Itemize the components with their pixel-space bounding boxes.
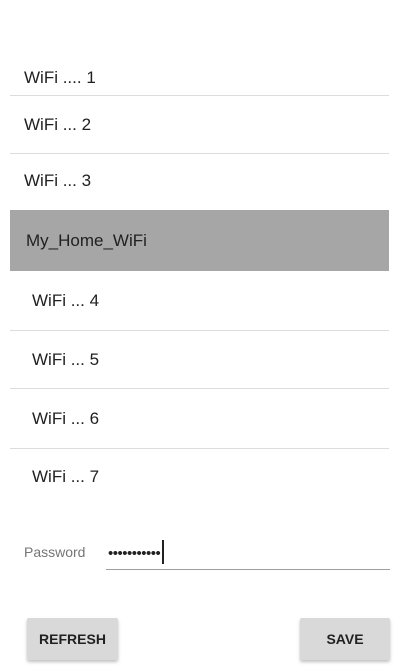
- password-value: •••••••••••: [108, 545, 161, 562]
- text-cursor: [162, 540, 165, 564]
- wifi-item-label: WiFi ... 5: [32, 350, 100, 369]
- wifi-item-label: WiFi ... 6: [32, 409, 100, 428]
- wifi-item-label: WiFi ... 7: [32, 467, 100, 486]
- wifi-list-item[interactable]: WiFi ... 3: [10, 154, 389, 208]
- refresh-button[interactable]: REFRESH: [27, 618, 118, 660]
- wifi-item-label: WiFi .... 1: [24, 68, 96, 87]
- wifi-item-label: My_Home_WiFi: [26, 230, 147, 250]
- wifi-item-label: WiFi ... 3: [24, 171, 92, 190]
- wifi-list-item[interactable]: WiFi ... 4: [10, 271, 389, 331]
- save-button[interactable]: SAVE: [300, 618, 390, 660]
- password-label: Password: [24, 544, 86, 560]
- password-input[interactable]: •••••••••••: [106, 536, 390, 570]
- wifi-item-label: WiFi ... 2: [24, 115, 92, 134]
- wifi-list-item[interactable]: WiFi .... 1: [10, 60, 389, 96]
- wifi-item-label: WiFi ... 4: [32, 291, 100, 310]
- wifi-list-item-selected[interactable]: My_Home_WiFi: [10, 210, 389, 271]
- wifi-list-item[interactable]: WiFi ... 5: [10, 331, 389, 389]
- wifi-list-item[interactable]: WiFi ... 7: [10, 449, 389, 505]
- wifi-list-item[interactable]: WiFi ... 6: [10, 389, 389, 449]
- wifi-list-item[interactable]: WiFi ... 2: [10, 96, 389, 154]
